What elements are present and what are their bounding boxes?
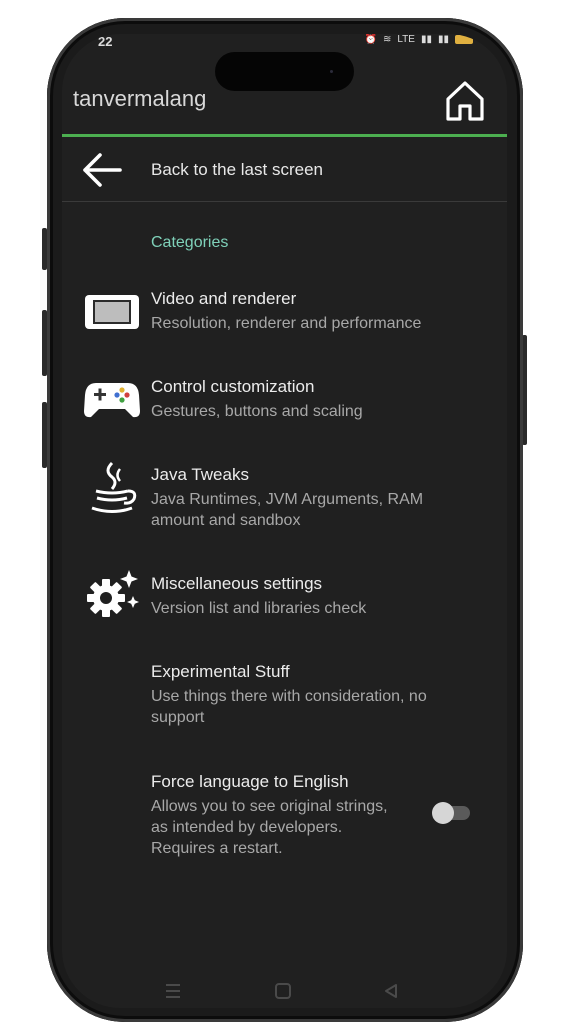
- item-title: Experimental Stuff: [151, 662, 290, 681]
- app-screen: 22 ⏰ ≋ LTE ▮▮ ▮▮ tanvermalang Back to th…: [62, 34, 507, 1008]
- home-button[interactable]: [442, 78, 488, 124]
- item-title: Control customization: [151, 377, 315, 396]
- signal-icon-2: ▮▮: [437, 34, 449, 45]
- settings-item-experimental[interactable]: Experimental Stuff Use things there with…: [62, 662, 507, 732]
- home-icon: [446, 81, 484, 121]
- app-bar-accent-line: [62, 134, 507, 137]
- back-row[interactable]: Back to the last screen: [62, 138, 507, 202]
- app-title: tanvermalang: [73, 86, 207, 111]
- item-subtitle: Allows you to see original strings, as i…: [151, 798, 388, 857]
- camera-dot: [330, 70, 333, 73]
- item-subtitle: Resolution, renderer and performance: [151, 315, 422, 332]
- gear-sparkle-icon: [87, 570, 139, 617]
- system-nav-bar: [62, 976, 507, 1006]
- status-time: 22: [98, 34, 113, 49]
- item-title: Java Tweaks: [151, 465, 249, 484]
- java-cup-icon: [91, 461, 137, 513]
- item-title: Video and renderer: [151, 289, 297, 308]
- nav-back-icon[interactable]: [380, 982, 402, 1000]
- dynamic-island: [215, 52, 354, 91]
- toggle-thumb: [432, 802, 454, 824]
- phone-mockup: 22 ⏰ ≋ LTE ▮▮ ▮▮ tanvermalang Back to th…: [0, 0, 569, 1024]
- back-label: Back to the last screen: [151, 160, 323, 179]
- arrow-left-icon: [83, 153, 122, 187]
- item-subtitle: Version list and libraries check: [151, 600, 367, 617]
- item-title: Force language to English: [151, 772, 349, 791]
- alarm-icon: ⏰: [364, 34, 377, 45]
- network-label: LTE: [397, 34, 415, 45]
- status-icons: ⏰ ≋ LTE ▮▮ ▮▮: [365, 34, 473, 45]
- section-header: Categories: [151, 234, 229, 251]
- settings-item-control[interactable]: Control customization Gestures, buttons …: [62, 377, 507, 437]
- battery-icon: [455, 35, 473, 44]
- signal-icon: ▮▮: [420, 34, 432, 45]
- item-title: Miscellaneous settings: [151, 574, 323, 593]
- force-english-toggle[interactable]: [430, 800, 474, 826]
- item-subtitle: Use things there with consideration, no …: [151, 688, 427, 726]
- settings-item-java[interactable]: Java Tweaks Java Runtimes, JVM Arguments…: [62, 461, 507, 545]
- settings-item-misc[interactable]: Miscellaneous settings Version list and …: [62, 570, 507, 634]
- item-subtitle: Gestures, buttons and scaling: [151, 403, 363, 420]
- gamepad-icon: [84, 383, 140, 418]
- recents-icon[interactable]: [162, 982, 184, 1000]
- monitor-icon: [85, 295, 139, 329]
- settings-item-video[interactable]: Video and renderer Resolution, renderer …: [62, 289, 507, 349]
- nav-home-icon[interactable]: [272, 982, 294, 1000]
- item-subtitle: Java Runtimes, JVM Arguments, RAM amount…: [151, 491, 424, 529]
- divider: [62, 201, 507, 202]
- wifi-icon: ≋: [382, 34, 392, 45]
